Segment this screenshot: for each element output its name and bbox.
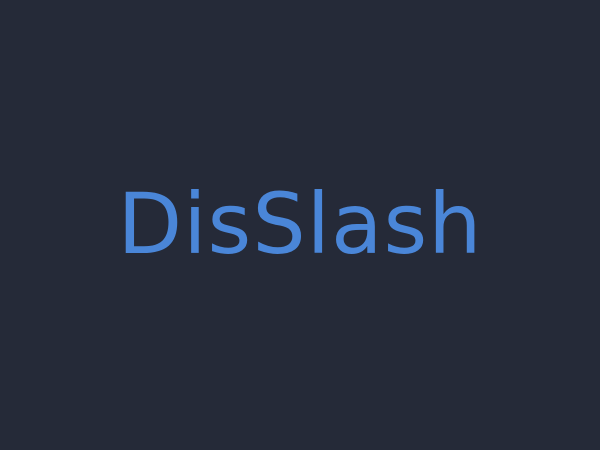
splash-screen: DisSlash [0,0,600,450]
brand-wordmark: DisSlash [117,175,483,273]
